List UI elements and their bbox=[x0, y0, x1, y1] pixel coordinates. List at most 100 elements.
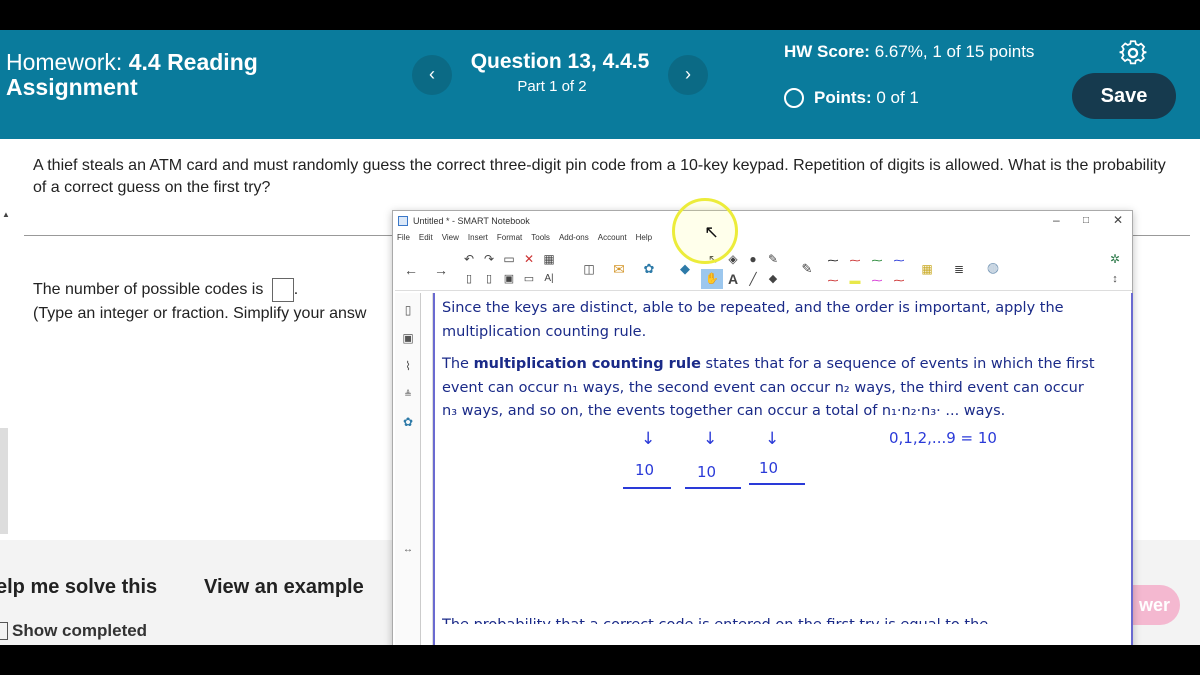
pen-style-4-icon[interactable]: ⁓ bbox=[891, 253, 907, 269]
color-palette-icon[interactable]: ▦ bbox=[919, 261, 935, 277]
activity-icon[interactable]: ◆ bbox=[677, 261, 693, 277]
line-tool-icon[interactable]: ╱ bbox=[745, 271, 761, 287]
answer-prompt: The number of possible codes is bbox=[33, 281, 264, 299]
text-tool-icon[interactable]: A bbox=[725, 271, 741, 287]
answer-suffix: . bbox=[293, 281, 299, 299]
pen-style-5-icon[interactable]: ⁓ bbox=[825, 273, 841, 289]
handwritten-digit-count: 0,1,2,...9 = 10 bbox=[889, 429, 997, 447]
text-size-icon[interactable]: A| bbox=[541, 271, 557, 287]
explanation-paragraph-2: The multiplication counting rule states … bbox=[442, 353, 1102, 424]
line-style-icon[interactable]: ≣ bbox=[951, 261, 967, 277]
pen-style-3-icon[interactable]: ⁓ bbox=[869, 253, 885, 269]
screen: Homework: 4.4 Reading Assignment ‹ Quest… bbox=[0, 30, 1200, 645]
maximize-icon[interactable]: □ bbox=[1083, 215, 1089, 226]
gallery-icon[interactable]: ▣ bbox=[401, 331, 415, 345]
save-button[interactable]: Save bbox=[1072, 73, 1176, 119]
camera-icon[interactable]: ◫ bbox=[581, 261, 597, 277]
answer-input[interactable] bbox=[271, 278, 294, 302]
question-title: Question 13, 4.4.5 bbox=[470, 50, 650, 73]
explanation-paragraph-1: Since the keys are distinct, able to be … bbox=[442, 300, 1064, 340]
back-arrow-icon[interactable]: ← bbox=[403, 262, 419, 278]
pen-style-6-icon[interactable]: ▬ bbox=[847, 273, 863, 289]
slot-underline bbox=[749, 483, 805, 485]
menu-account[interactable]: Account bbox=[598, 233, 627, 247]
rule-name: multiplication counting rule bbox=[473, 356, 701, 372]
hw-score-value: 6.67%, 1 of 15 points bbox=[874, 42, 1035, 61]
toolbar-move-icon[interactable]: ↕ bbox=[1107, 271, 1123, 287]
smart-notebook-window[interactable]: Untitled * - SMART Notebook – □ ✕ File E… bbox=[392, 210, 1133, 645]
slot-underline bbox=[685, 487, 741, 489]
page-gutter bbox=[423, 293, 433, 645]
handwritten-slot-1: 10 bbox=[635, 461, 655, 479]
pen-style-7-icon[interactable]: ⁓ bbox=[869, 273, 885, 289]
scroll-up-icon[interactable]: ▲ bbox=[2, 210, 10, 219]
previous-question-button[interactable]: ‹ bbox=[412, 55, 452, 95]
pen-mode-icon[interactable]: ✋ bbox=[701, 269, 723, 289]
handwritten-slot-2: 10 bbox=[697, 463, 717, 481]
gear-icon[interactable] bbox=[1119, 39, 1147, 67]
page-icon[interactable]: ▯ bbox=[461, 271, 477, 287]
sidebar-resize-icon[interactable]: ↔ bbox=[401, 543, 415, 557]
points-row: Points: 0 of 1 bbox=[784, 88, 919, 108]
properties-tab-icon[interactable]: ≜ bbox=[401, 387, 415, 401]
addons-tab-icon[interactable]: ✿ bbox=[401, 415, 415, 429]
pen-style-8-icon[interactable]: ⁓ bbox=[891, 273, 907, 289]
lesson-icon[interactable]: ✉ bbox=[611, 261, 627, 277]
slot-underline bbox=[623, 487, 671, 489]
show-completed-toggle[interactable]: Show completed bbox=[0, 621, 147, 641]
eraser-icon[interactable]: ◆ bbox=[765, 271, 781, 287]
menu-insert[interactable]: Insert bbox=[468, 233, 488, 247]
header-bar: Homework: 4.4 Reading Assignment ‹ Quest… bbox=[0, 30, 1200, 139]
view-example-button[interactable]: View an example bbox=[204, 576, 364, 599]
properties-icon[interactable]: ◍ bbox=[983, 259, 1003, 279]
points-value: 0 of 1 bbox=[876, 88, 919, 107]
menu-help[interactable]: Help bbox=[636, 233, 652, 247]
show-completed-label: Show completed bbox=[12, 621, 148, 640]
magic-pen-icon[interactable]: ✎ bbox=[765, 251, 781, 267]
pen-style-1-icon[interactable]: ⁓ bbox=[825, 253, 841, 269]
answer-hint: (Type an integer or fraction. Simplify y… bbox=[33, 305, 367, 322]
scrollbar[interactable] bbox=[0, 428, 8, 534]
menu-view[interactable]: View bbox=[442, 233, 459, 247]
close-icon[interactable]: ✕ bbox=[1113, 213, 1123, 227]
forward-arrow-icon[interactable]: → bbox=[433, 262, 449, 278]
addon-icon[interactable]: ✿ bbox=[641, 261, 657, 277]
question-part: Part 1 of 2 bbox=[517, 78, 587, 95]
new-page-icon[interactable]: ▭ bbox=[501, 251, 517, 267]
undo-icon[interactable]: ↶ bbox=[461, 251, 477, 267]
fill-icon[interactable]: ● bbox=[745, 251, 761, 267]
menu-file[interactable]: File bbox=[397, 233, 410, 247]
attachments-icon[interactable]: ⌇ bbox=[401, 359, 415, 373]
notebook-toolbar: ← → ↶ ↷ ▭ ✕ ▦ ▯ ▯ ▣ ▭ A| ◫ ✉ ✿ ◆ ↖ ◈ ● ✎… bbox=[395, 249, 1132, 291]
delete-icon[interactable]: ✕ bbox=[521, 251, 537, 267]
toolbar-settings-icon[interactable]: ✲ bbox=[1107, 251, 1123, 267]
notebook-menu: File Edit View Insert Format Tools Add-o… bbox=[397, 233, 652, 247]
help-me-solve-button[interactable]: elp me solve this bbox=[0, 576, 157, 599]
arrow-down-icon: ↓ bbox=[703, 429, 718, 449]
screen-icon[interactable]: ▭ bbox=[521, 271, 537, 287]
page-sorter-icon[interactable]: ▯ bbox=[401, 303, 415, 317]
chevron-right-icon: › bbox=[685, 64, 691, 84]
pen-icon[interactable]: ✎ bbox=[799, 261, 815, 277]
menu-edit[interactable]: Edit bbox=[419, 233, 433, 247]
arrow-down-icon: ↓ bbox=[765, 429, 780, 449]
pen-style-2-icon[interactable]: ⁓ bbox=[847, 253, 863, 269]
save-file-icon[interactable]: ▣ bbox=[501, 271, 517, 287]
next-question-button[interactable]: › bbox=[668, 55, 708, 95]
redo-icon[interactable]: ↷ bbox=[481, 251, 497, 267]
arrow-down-icon: ↓ bbox=[641, 429, 656, 449]
notebook-title: Untitled * - SMART Notebook bbox=[413, 216, 530, 226]
handwritten-slot-3: 10 bbox=[759, 459, 779, 477]
menu-format[interactable]: Format bbox=[497, 233, 522, 247]
question-text: A thief steals an ATM card and must rand… bbox=[33, 157, 1166, 196]
hw-score-label: HW Score: bbox=[784, 42, 870, 61]
minimize-icon[interactable]: – bbox=[1053, 213, 1060, 227]
menu-tools[interactable]: Tools bbox=[531, 233, 550, 247]
points-label: Points: bbox=[814, 88, 872, 107]
checkbox[interactable] bbox=[0, 622, 8, 640]
chevron-left-icon: ‹ bbox=[429, 64, 435, 84]
copy-icon[interactable]: ▯ bbox=[481, 271, 497, 287]
notebook-canvas[interactable]: Since the keys are distinct, able to be … bbox=[433, 293, 1133, 645]
menu-addons[interactable]: Add-ons bbox=[559, 233, 589, 247]
table-icon[interactable]: ▦ bbox=[541, 251, 557, 267]
